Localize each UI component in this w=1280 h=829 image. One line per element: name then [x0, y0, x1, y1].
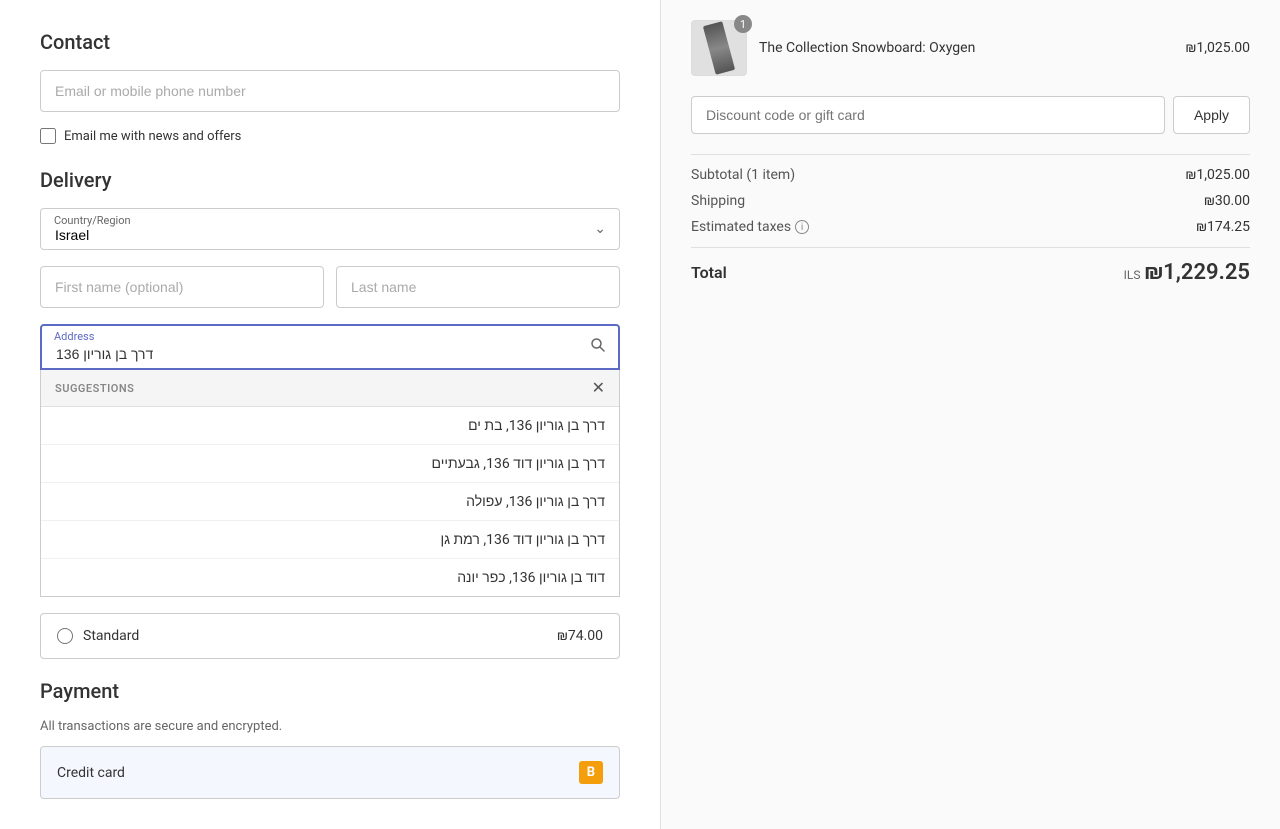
product-info: The Collection Snowboard: Oxygen	[759, 40, 1174, 56]
credit-card-row[interactable]: Credit card B	[40, 746, 620, 799]
suggestions-close-button[interactable]: ✕	[592, 378, 605, 398]
shipping-label: Standard	[83, 628, 139, 644]
taxes-value: ₪174.25	[1196, 219, 1250, 235]
taxes-label: Estimated taxes i	[691, 219, 809, 235]
summary-divider	[691, 154, 1250, 155]
product-price: ₪1,025.00	[1186, 40, 1250, 56]
product-row: 1 The Collection Snowboard: Oxygen ₪1,02…	[691, 20, 1250, 76]
email-opt-in-label: Email me with news and offers	[64, 129, 241, 144]
country-wrapper: Country/Region Israel ⌄	[40, 208, 620, 250]
shipping-row: Shipping ₪30.00	[691, 193, 1250, 209]
first-name-field[interactable]	[40, 266, 324, 308]
taxes-info-icon[interactable]: i	[795, 220, 809, 234]
address-field[interactable]	[40, 324, 620, 370]
total-currency: ILS	[1124, 268, 1141, 282]
address-label: Address	[54, 330, 94, 343]
credit-card-label: Credit card	[57, 765, 125, 781]
shipping-summary-value: ₪30.00	[1204, 193, 1250, 209]
shipping-radio-standard[interactable]	[57, 628, 73, 644]
last-name-field[interactable]	[336, 266, 620, 308]
discount-input[interactable]	[691, 96, 1165, 134]
payment-section: Payment All transactions are secure and …	[40, 679, 620, 799]
total-divider	[691, 247, 1250, 248]
country-label: Country/Region	[54, 214, 131, 227]
list-item[interactable]: דרך בן גוריון דוד 136, רמת גן	[41, 521, 619, 559]
delivery-section: Delivery Country/Region Israel ⌄ Address	[40, 168, 620, 659]
shipping-section: Standard ₪74.00	[40, 613, 620, 659]
shipping-option-standard: Standard ₪74.00	[41, 614, 619, 658]
shipping-price: ₪74.00	[557, 628, 603, 644]
email-opt-in-row: Email me with news and offers	[40, 128, 620, 144]
list-item[interactable]: דרך בן גוריון דוד 136, גבעתיים	[41, 445, 619, 483]
delivery-title: Delivery	[40, 168, 620, 192]
discount-row: Apply	[691, 96, 1250, 134]
payment-title: Payment	[40, 679, 620, 703]
total-row: Total ILS ₪1,229.25	[691, 260, 1250, 285]
product-thumbnail	[703, 21, 735, 74]
shipping-left: Standard	[57, 628, 139, 644]
subtotal-label: Subtotal (1 item)	[691, 167, 795, 183]
payment-subtitle: All transactions are secure and encrypte…	[40, 719, 620, 734]
subtotal-value: ₪1,025.00	[1186, 167, 1250, 183]
contact-section: Contact	[40, 30, 620, 112]
apply-button[interactable]: Apply	[1173, 96, 1250, 134]
product-quantity-badge: 1	[734, 15, 752, 33]
suggestions-dropdown: SUGGESTIONS ✕ דרך בן גוריון 136, בת ים ד…	[40, 370, 620, 597]
total-label: Total	[691, 263, 727, 282]
email-field[interactable]	[40, 70, 620, 112]
left-panel: Contact Email me with news and offers De…	[0, 0, 660, 829]
list-item[interactable]: דוד בן גוריון 136, כפר יונה	[41, 559, 619, 596]
right-panel: 1 The Collection Snowboard: Oxygen ₪1,02…	[660, 0, 1280, 829]
suggestions-header-text: SUGGESTIONS	[55, 382, 134, 395]
contact-title: Contact	[40, 30, 620, 54]
suggestions-header: SUGGESTIONS ✕	[41, 370, 619, 407]
total-value-group: ILS ₪1,229.25	[1124, 260, 1250, 285]
list-item[interactable]: דרך בן גוריון 136, עפולה	[41, 483, 619, 521]
search-icon	[590, 337, 606, 357]
product-name: The Collection Snowboard: Oxygen	[759, 40, 1174, 56]
name-row	[40, 266, 620, 308]
total-amount: ₪1,229.25	[1144, 260, 1250, 285]
address-wrapper: Address	[40, 324, 620, 370]
taxes-row: Estimated taxes i ₪174.25	[691, 219, 1250, 235]
product-image: 1	[691, 20, 747, 76]
list-item[interactable]: דרך בן גוריון 136, בת ים	[41, 407, 619, 445]
shipping-summary-label: Shipping	[691, 193, 745, 209]
email-opt-in-checkbox[interactable]	[40, 128, 56, 144]
subtotal-row: Subtotal (1 item) ₪1,025.00	[691, 167, 1250, 183]
braintree-badge: B	[579, 761, 603, 784]
